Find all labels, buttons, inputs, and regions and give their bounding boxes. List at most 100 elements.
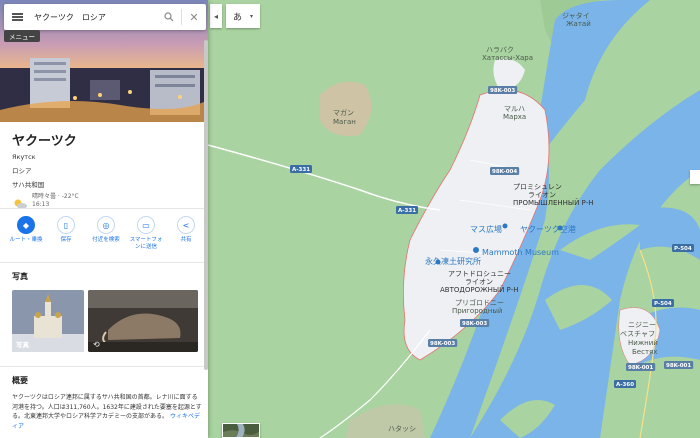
- road-shield: 98K-001: [664, 361, 694, 369]
- map-label: ベスチャフ: [620, 330, 655, 338]
- map-label: ニジニー: [628, 321, 656, 329]
- divider: [0, 262, 208, 263]
- send-to-phone-icon: ▭: [137, 216, 155, 234]
- map-label: ハタッシ: [388, 424, 416, 433]
- svg-text:98K-003: 98K-003: [462, 321, 487, 327]
- clear-search-button[interactable]: ✕: [182, 4, 206, 30]
- chevron-left-icon: ◂: [213, 11, 218, 21]
- search-icon: [164, 12, 174, 22]
- map-label: ジャタイ: [562, 11, 590, 20]
- road-shield: P-504: [652, 299, 674, 307]
- photo-cathedral[interactable]: 写真: [12, 290, 84, 352]
- share-button[interactable]: < 共有: [168, 216, 204, 251]
- directions-button[interactable]: ◆ ルート・乗換: [8, 216, 44, 251]
- photos-heading: 写真: [12, 272, 28, 281]
- collapse-panel-button[interactable]: ◂: [210, 4, 222, 28]
- map-label: マルハ: [504, 105, 525, 113]
- map-label: マガン: [333, 108, 354, 117]
- place-info: ヤクーツク Якутск ロシア サハ共和国 晴時々曇 · -22°C 16:1…: [12, 130, 202, 209]
- overview-text-block: ヤクーツクはロシア連邦に属するサハ共和国の首都。レナ川に面する河港を持つ。人口は…: [12, 393, 202, 431]
- map-label: ライオン: [465, 278, 493, 286]
- action-label: 共有: [180, 237, 192, 243]
- map-label: Нижний: [628, 339, 658, 347]
- svg-text:A-331: A-331: [292, 167, 310, 173]
- weather-row: 晴時々曇 · -22°C 16:13: [12, 193, 202, 209]
- save-button[interactable]: ▯ 保存: [48, 216, 84, 251]
- input-tools-button[interactable]: あ ▾: [226, 4, 260, 28]
- map-label: Маган: [333, 118, 356, 126]
- svg-text:98K-001: 98K-001: [628, 365, 653, 371]
- close-icon: ✕: [189, 10, 199, 24]
- nearby-button[interactable]: ◎ 付近を検索: [88, 216, 124, 251]
- road-shield: 98K-001: [626, 363, 656, 371]
- layers-toggle-button[interactable]: [222, 423, 260, 438]
- action-label: 保存: [60, 237, 72, 243]
- map-label: ハラバク: [486, 46, 514, 54]
- divider: [0, 366, 208, 367]
- svg-text:98K-003: 98K-003: [430, 341, 455, 347]
- mammoth-skeleton-image: [88, 290, 198, 352]
- photo-360[interactable]: ⟲: [88, 290, 198, 352]
- weather-condition: 晴時々曇 · -22°C: [32, 193, 79, 200]
- search-box[interactable]: ✕: [4, 4, 206, 30]
- road-shield: 98K-003: [428, 339, 458, 347]
- search-button[interactable]: [157, 4, 181, 30]
- road-shield: 98K-003: [460, 319, 490, 327]
- road-shield: A-331: [290, 165, 312, 173]
- menu-icon: [11, 13, 23, 21]
- share-icon: <: [177, 216, 195, 234]
- place-region: サハ共和国: [12, 181, 45, 189]
- action-bar: ◆ ルート・乗換 ▯ 保存 ◎ 付近を検索 ▭ スマートフォンに送信 < 共有: [8, 216, 204, 251]
- satellite-thumbnail: [223, 424, 259, 437]
- map-label: Жатай: [566, 20, 591, 28]
- road-shield: 98K-004: [490, 167, 520, 175]
- overview-heading: 概要: [12, 376, 28, 385]
- map-label: ПРОМЫШЛЕННЫЙ Р-Н: [513, 198, 594, 207]
- map-label: Марха: [503, 113, 526, 121]
- photo-caption: 写真: [16, 341, 29, 349]
- chevron-down-icon: ▾: [249, 12, 253, 20]
- send-to-phone-button[interactable]: ▭ スマートフォンに送信: [128, 216, 164, 251]
- place-panel: ✕ メニュー ヤクーツク Якутск ロシア サハ共和国 晴時々曇 · -22…: [0, 0, 208, 438]
- svg-text:A-360: A-360: [616, 382, 634, 388]
- map-label: アフトドロシュニー: [448, 270, 511, 278]
- map-label: プロミシュレン: [513, 183, 562, 191]
- nearby-icon: ◎: [97, 216, 115, 234]
- map-label: プリゴロドニー: [455, 298, 504, 307]
- svg-text:P-504: P-504: [654, 301, 672, 307]
- road-shield: P-504: [672, 244, 694, 252]
- panel-scrollbar[interactable]: [204, 40, 208, 370]
- map-side-control[interactable]: [690, 170, 700, 184]
- map-label: Пригородный: [452, 307, 502, 315]
- action-label: ルート・乗換: [9, 237, 43, 243]
- place-native-name: Якутск: [12, 153, 36, 161]
- divider: [0, 208, 208, 209]
- map-label: Бестях: [632, 348, 657, 356]
- road-shield: 98K-003: [488, 86, 518, 94]
- map-label[interactable]: Mammoth Museum: [482, 248, 559, 257]
- action-label: スマートフォンに送信: [129, 237, 163, 250]
- partly-cloudy-icon: [12, 195, 28, 209]
- place-country: ロシア: [12, 167, 32, 175]
- map-label[interactable]: マス広場: [470, 224, 502, 234]
- svg-text:98K-003: 98K-003: [490, 88, 515, 94]
- svg-text:98K-001: 98K-001: [666, 363, 691, 369]
- map-label[interactable]: ヤクーツク空港: [520, 224, 576, 234]
- museum-marker-icon[interactable]: [473, 247, 479, 253]
- menu-button[interactable]: [4, 4, 30, 30]
- map-label: ライオン: [528, 191, 556, 199]
- square-marker-icon[interactable]: [502, 223, 508, 229]
- place-title: ヤクーツク: [12, 134, 77, 149]
- search-input[interactable]: [30, 12, 157, 22]
- svg-text:98K-004: 98K-004: [492, 169, 517, 175]
- road-shield: A-331: [396, 206, 418, 214]
- svg-text:A-331: A-331: [398, 208, 416, 214]
- bookmark-icon: ▯: [57, 216, 75, 234]
- map-label: АВТОДОРОЖНЫЙ Р-Н: [440, 285, 519, 294]
- map-label: Хатассы-Хара: [482, 54, 533, 62]
- road-shield: A-360: [614, 380, 636, 388]
- panorama-360-icon: ⟲: [93, 340, 100, 349]
- menu-tooltip: メニュー: [4, 30, 40, 42]
- map-label[interactable]: 永久凍土研究所: [425, 256, 481, 266]
- action-label: 付近を検索: [92, 237, 120, 243]
